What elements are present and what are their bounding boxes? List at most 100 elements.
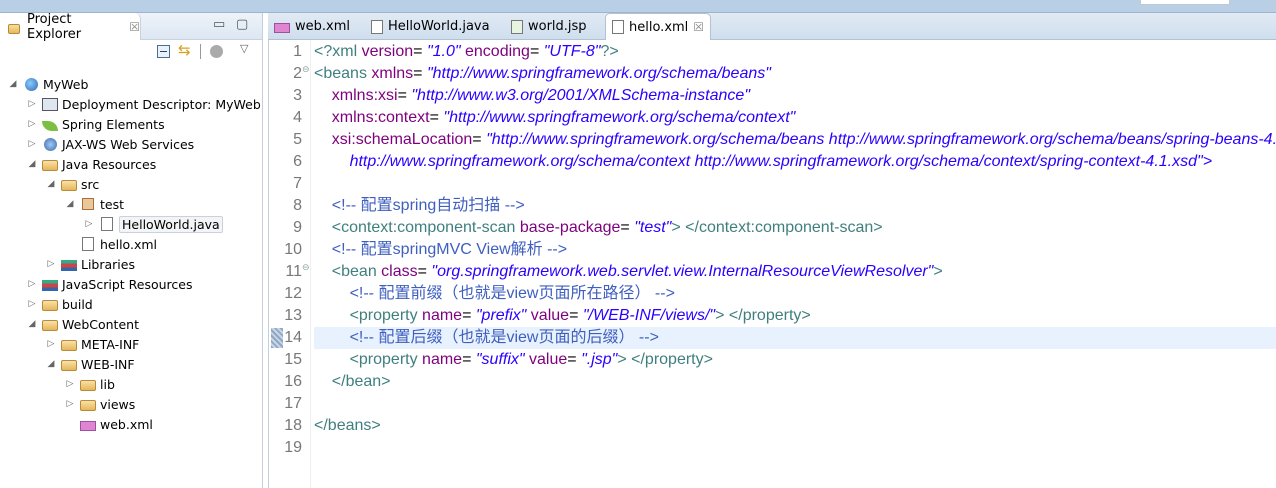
tree-item[interactable]: ▷ Spring Elements: [0, 114, 262, 134]
expanded-arrow-icon[interactable]: ◢: [7, 79, 19, 89]
fold-toggle-icon[interactable]: ⊖: [302, 263, 310, 273]
project-explorer-icon: [6, 19, 22, 35]
code-token: "http://www.springframework.org/schema/b…: [426, 65, 771, 82]
code-token: =: [567, 351, 582, 368]
separator: [200, 44, 201, 59]
collapse-all-icon[interactable]: [157, 45, 170, 58]
quick-access-input[interactable]: [1140, 0, 1230, 5]
collapsed-arrow-icon[interactable]: ▷: [83, 219, 95, 229]
collapsed-arrow-icon[interactable]: ▷: [64, 399, 76, 409]
tree-item[interactable]: ◢ test: [0, 194, 262, 214]
tree-item[interactable]: ◢ MyWeb: [0, 74, 262, 94]
code-line: <!-- 配置前缀（也就是view页面所在路径） -->: [314, 283, 1276, 305]
collapsed-arrow-icon[interactable]: ▷: [45, 259, 57, 269]
tree-item-label: HelloWorld.java: [119, 215, 223, 233]
tree-item[interactable]: ◢ src: [0, 174, 262, 194]
code-line: <!-- 配置spring自动扫描 -->: [314, 195, 1276, 217]
filter-icon[interactable]: [210, 45, 223, 58]
tree-item-label: MyWeb: [43, 76, 89, 92]
code-token: </beans>: [314, 417, 381, 434]
collapsed-arrow-icon[interactable]: ▷: [26, 279, 38, 289]
code-token: "test": [634, 219, 672, 236]
tree-item-label: META-INF: [81, 336, 140, 352]
line-number-gutter: 1 2 ⊖ 3 4 5 6 7 8 9 10 11 ⊖ 12 13 14 15 16 17 18 19: [269, 40, 311, 488]
tab-helloworld-java[interactable]: HelloWorld.java: [365, 13, 501, 40]
tree-item[interactable]: ▷ JAX-WS Web Services: [0, 134, 262, 154]
code-token: class: [381, 263, 418, 280]
code-token: =: [529, 43, 544, 60]
tree-item-label: src: [81, 176, 100, 192]
code-token: xmlns:context: [331, 109, 430, 126]
tree-item[interactable]: ◢ WEB-INF: [0, 354, 262, 374]
tree-item[interactable]: ▷ Deployment Descriptor: MyWeb: [0, 94, 262, 114]
folder-icon: [42, 320, 58, 331]
spring-leaf-icon: [42, 120, 58, 131]
web-services-icon: [43, 137, 57, 151]
close-icon[interactable]: ☒: [129, 20, 140, 34]
minimize-button[interactable]: ▭: [213, 17, 225, 32]
code-token: >: [933, 263, 943, 280]
code-token: "http://www.w3.org/2001/XMLSchema-instan…: [411, 87, 750, 104]
collapsed-arrow-icon[interactable]: ▷: [26, 99, 38, 109]
collapsed-arrow-icon[interactable]: ▷: [45, 339, 57, 349]
tree-item-label: WebContent: [62, 316, 139, 332]
tab-world-jsp[interactable]: world.jsp: [505, 13, 601, 40]
tree-item[interactable]: ▷ lib: [0, 374, 262, 394]
code-token: encoding: [460, 43, 530, 60]
tree-item[interactable]: web.xml: [0, 414, 262, 434]
close-icon[interactable]: ☒: [693, 20, 704, 34]
line-number: 19: [284, 439, 302, 456]
xml-editor[interactable]: 1 2 ⊖ 3 4 5 6 7 8 9 10 11 ⊖ 12 13 14 15 16 17 18 19 <?xml ve…: [268, 40, 1276, 488]
tree-item-label: Libraries: [81, 256, 135, 272]
view-menu-icon[interactable]: ▽: [240, 42, 248, 55]
expanded-arrow-icon[interactable]: ◢: [45, 359, 57, 369]
jsp-file-icon: [511, 19, 523, 34]
tree-item[interactable]: hello.xml: [0, 234, 262, 254]
code-token: "suffix": [475, 351, 525, 368]
code-line: <property name= "prefix" value= "/WEB-IN…: [314, 305, 1276, 327]
tree-item[interactable]: ◢ WebContent: [0, 314, 262, 334]
tree-item[interactable]: ▷ JavaScript Resources: [0, 274, 262, 294]
tree-item[interactable]: ▷ views: [0, 394, 262, 414]
expanded-arrow-icon[interactable]: ◢: [26, 319, 38, 329]
folder-icon: [42, 300, 58, 311]
fold-toggle-icon[interactable]: ⊖: [302, 65, 310, 75]
tree-item[interactable]: ▷ META-INF: [0, 334, 262, 354]
tab-project-explorer[interactable]: Project Explorer ☒: [0, 12, 141, 42]
collapsed-arrow-icon[interactable]: ▷: [26, 299, 38, 309]
tab-label: hello.xml: [629, 19, 689, 35]
tab-label: HelloWorld.java: [388, 19, 490, 34]
web-project-icon: [24, 77, 38, 91]
line-number: 6: [293, 153, 302, 170]
maximize-button[interactable]: ▢: [236, 17, 248, 32]
code-token: =: [413, 65, 427, 82]
code-token: =: [472, 131, 487, 148]
code-token: <?xml: [314, 43, 362, 60]
code-line: <?xml version= "1.0" encoding= "UTF-8"?>: [314, 41, 1276, 63]
explorer-toolbar: ⇆ ▽: [0, 40, 262, 65]
tree-item[interactable]: ◢ Java Resources: [0, 154, 262, 174]
code-token: http://www.springframework.org/schema/co…: [349, 153, 1213, 170]
collapsed-arrow-icon[interactable]: ▷: [64, 379, 76, 389]
tab-hello-xml[interactable]: hello.xml ☒: [605, 13, 711, 40]
expanded-arrow-icon[interactable]: ◢: [45, 179, 57, 189]
code-line: xmlns:context= "http://www.springframewo…: [314, 107, 1276, 129]
code-line: <beans xmlns= "http://www.springframewor…: [314, 63, 1276, 85]
tab-label: world.jsp: [528, 19, 587, 34]
tree-item-label: WEB-INF: [81, 356, 135, 372]
collapsed-arrow-icon[interactable]: ▷: [26, 119, 38, 129]
expanded-arrow-icon[interactable]: ◢: [64, 199, 76, 209]
tree-item[interactable]: ▷ HelloWorld.java: [0, 214, 262, 234]
tab-web-xml[interactable]: web.xml: [268, 13, 360, 40]
link-with-editor-icon[interactable]: ⇆: [178, 41, 191, 59]
tree-item[interactable]: ▷ Libraries: [0, 254, 262, 274]
expanded-arrow-icon[interactable]: ◢: [26, 159, 38, 169]
line-number: 18: [284, 417, 302, 434]
collapsed-arrow-icon[interactable]: ▷: [26, 139, 38, 149]
tree-item[interactable]: ▷ build: [0, 294, 262, 314]
tree-item-label: Java Resources: [62, 156, 157, 172]
